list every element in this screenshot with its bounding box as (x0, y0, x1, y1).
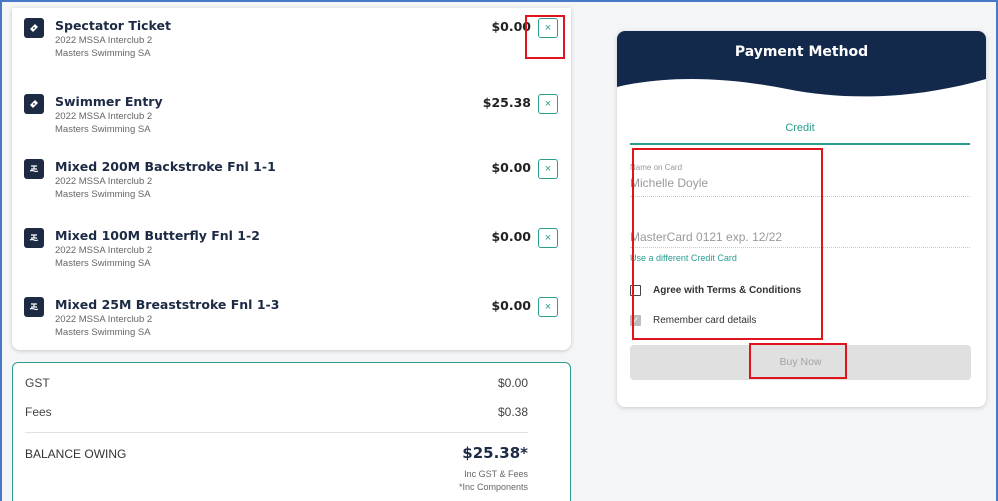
balance-note-gst: Inc GST & Fees (464, 469, 528, 479)
swimmer-icon (24, 159, 44, 179)
remove-item-button[interactable]: × (538, 159, 558, 179)
item-event: 2022 MSSA Interclub 2 (55, 111, 153, 122)
buy-now-button[interactable]: Buy Now (630, 345, 971, 380)
name-field-underline (630, 196, 970, 197)
totals-panel: GST $0.00 Fees $0.38 BALANCE OWING $25.3… (12, 362, 571, 501)
item-title: Spectator Ticket (55, 18, 171, 33)
balance-value: $25.38* (462, 444, 528, 462)
divider (25, 432, 528, 433)
remember-card-checkbox[interactable]: ✓ (630, 315, 641, 326)
payment-header: Payment Method (617, 31, 986, 101)
ticket-icon (24, 94, 44, 114)
cart-panel: Spectator Ticket 2022 MSSA Interclub 2 M… (12, 8, 571, 350)
card-field-underline (630, 247, 970, 248)
item-org: Masters Swimming SA (55, 189, 151, 200)
remove-item-button[interactable]: × (538, 228, 558, 248)
item-event: 2022 MSSA Interclub 2 (55, 245, 153, 256)
item-title: Mixed 25M Breaststroke Fnl 1-3 (55, 297, 280, 312)
terms-label: Agree with Terms & Conditions (653, 285, 802, 296)
item-org: Masters Swimming SA (55, 48, 151, 59)
remove-item-button[interactable]: × (538, 18, 558, 38)
item-price: $0.00 (491, 298, 531, 313)
item-title: Swimmer Entry (55, 94, 163, 109)
gst-value: $0.00 (497, 376, 528, 390)
cart-item: Swimmer Entry 2022 MSSA Interclub 2 Mast… (12, 84, 571, 144)
item-org: Masters Swimming SA (55, 258, 151, 269)
balance-label: BALANCE OWING (25, 447, 127, 461)
item-price: $0.00 (491, 160, 531, 175)
payment-title: Payment Method (734, 44, 869, 60)
name-on-card-label: Name on Card (630, 163, 683, 172)
remove-item-button[interactable]: × (538, 94, 558, 114)
remember-card-label: Remember card details (653, 315, 757, 326)
cart-item: Mixed 100M Butterfly Fnl 1-2 2022 MSSA I… (12, 218, 571, 278)
terms-checkbox[interactable] (630, 285, 641, 296)
name-on-card-input[interactable]: Michelle Doyle (630, 176, 708, 190)
item-org: Masters Swimming SA (55, 124, 151, 135)
swimmer-icon (24, 228, 44, 248)
cart-item: Mixed 25M Breaststroke Fnl 1-3 2022 MSSA… (12, 287, 571, 347)
fees-label: Fees (25, 405, 52, 419)
gst-label: GST (25, 376, 50, 390)
fees-value: $0.38 (497, 405, 528, 419)
item-org: Masters Swimming SA (55, 327, 151, 338)
remove-item-button[interactable]: × (538, 297, 558, 317)
swimmer-icon (24, 297, 44, 317)
item-title: Mixed 200M Backstroke Fnl 1-1 (55, 159, 276, 174)
item-event: 2022 MSSA Interclub 2 (55, 176, 153, 187)
balance-note-components: *Inc Components (458, 482, 528, 492)
saved-card-select[interactable]: MasterCard 0121 exp. 12/22 (630, 230, 782, 244)
item-price: $0.00 (491, 19, 531, 34)
use-different-card-link[interactable]: Use a different Credit Card (630, 253, 737, 263)
cart-item: Mixed 200M Backstroke Fnl 1-1 2022 MSSA … (12, 149, 571, 209)
cart-item: Spectator Ticket 2022 MSSA Interclub 2 M… (12, 8, 571, 68)
item-price: $0.00 (491, 229, 531, 244)
tab-credit[interactable]: Credit (630, 114, 970, 145)
item-event: 2022 MSSA Interclub 2 (55, 35, 153, 46)
item-title: Mixed 100M Butterfly Fnl 1-2 (55, 228, 260, 243)
item-price: $25.38 (482, 95, 531, 110)
payment-card: Payment Method Credit Name on Card Miche… (617, 31, 986, 407)
item-event: 2022 MSSA Interclub 2 (55, 314, 153, 325)
ticket-icon (24, 18, 44, 38)
